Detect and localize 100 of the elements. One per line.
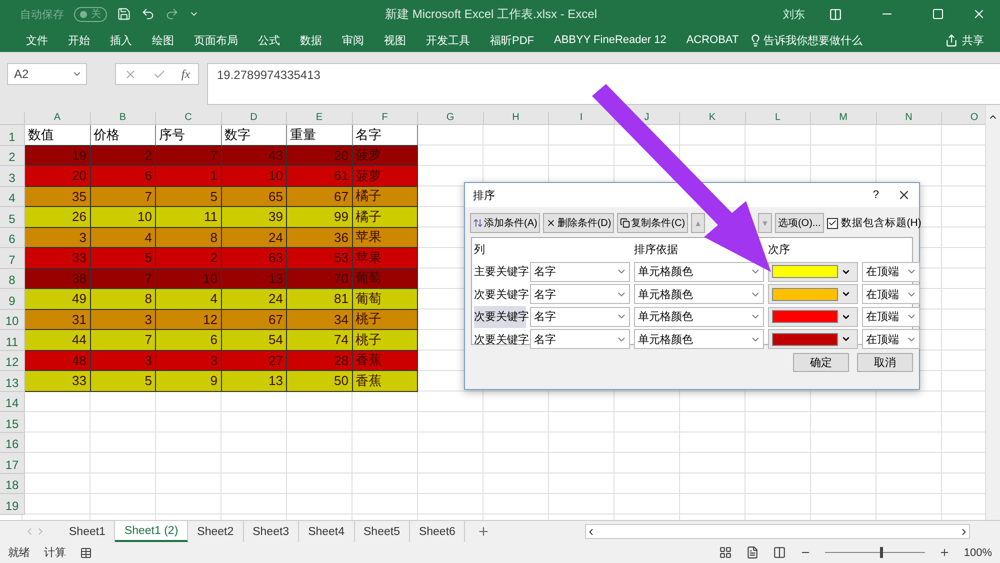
zoom-level[interactable]: 100%: [964, 546, 992, 558]
sort-on-dropdown[interactable]: 单元格颜色: [634, 306, 764, 327]
position-dropdown[interactable]: 在顶端: [862, 284, 920, 304]
column-header[interactable]: G: [418, 112, 484, 125]
row-header[interactable]: 19: [0, 494, 25, 514]
column-header[interactable]: K: [680, 112, 746, 125]
help-button[interactable]: ?: [872, 189, 879, 201]
color-dropdown[interactable]: [768, 306, 858, 327]
ribbon-tab[interactable]: 页面布局: [184, 32, 248, 48]
column-dropdown[interactable]: 名字: [530, 306, 630, 327]
cancel-button[interactable]: 取消: [857, 353, 913, 372]
sort-on-dropdown[interactable]: 单元格颜色: [634, 284, 764, 304]
ribbon-tab[interactable]: 开发工具: [416, 32, 480, 48]
ribbon-tab[interactable]: ABBYY FineReader 12: [544, 34, 676, 46]
tell-me-field[interactable]: 告诉我你想要做什么: [762, 32, 873, 48]
ribbon-display-icon[interactable]: [829, 8, 842, 20]
formula-bar[interactable]: 19.2789974335413: [207, 63, 1000, 105]
column-header[interactable]: L: [746, 112, 811, 125]
column-header[interactable]: F: [352, 112, 418, 125]
ribbon-tab[interactable]: 文件: [16, 32, 58, 48]
column-header[interactable]: A: [25, 112, 90, 125]
column-dropdown[interactable]: 名字: [530, 262, 630, 282]
check-icon[interactable]: [152, 68, 166, 80]
save-icon[interactable]: [117, 7, 131, 21]
color-dropdown[interactable]: [768, 284, 858, 304]
row-header[interactable]: 9: [0, 289, 25, 310]
row-header[interactable]: 18: [0, 474, 25, 494]
row-header[interactable]: 15: [0, 412, 25, 432]
row-header[interactable]: 5: [0, 207, 25, 228]
vertical-scrollbar[interactable]: [985, 105, 1000, 520]
ribbon-tab[interactable]: 数据: [290, 32, 332, 48]
sort-on-dropdown[interactable]: 单元格颜色: [634, 329, 764, 350]
row-header[interactable]: 10: [0, 310, 25, 330]
position-dropdown[interactable]: 在顶端: [862, 262, 920, 282]
delete-level-button[interactable]: 删除条件(D): [543, 213, 614, 233]
checkbox[interactable]: [826, 218, 838, 228]
level-label[interactable]: 次要关键字: [474, 328, 526, 350]
ribbon-tab[interactable]: 视图: [374, 32, 416, 48]
row-header[interactable]: 2: [0, 146, 25, 166]
column-dropdown[interactable]: 名字: [530, 284, 630, 304]
ok-button[interactable]: 确定: [793, 353, 849, 372]
position-dropdown[interactable]: 在顶端: [862, 329, 920, 350]
page-layout-icon[interactable]: [746, 546, 759, 559]
row-header[interactable]: 17: [0, 453, 25, 474]
ribbon-tab[interactable]: 插入: [100, 32, 142, 48]
row-header[interactable]: 4: [0, 186, 25, 207]
share-button[interactable]: 共享: [945, 32, 984, 48]
name-box[interactable]: A2: [7, 63, 87, 85]
column-header[interactable]: C: [156, 112, 222, 125]
share-icon[interactable]: [945, 34, 958, 46]
close-icon[interactable]: [972, 7, 986, 21]
column-header[interactable]: B: [90, 112, 156, 125]
row-header[interactable]: 3: [0, 166, 25, 186]
row-header[interactable]: 12: [0, 350, 25, 371]
maximize-icon[interactable]: [932, 8, 944, 20]
row-header[interactable]: 13: [0, 371, 25, 392]
row-header[interactable]: 6: [0, 228, 25, 248]
add-level-button[interactable]: 添加条件(A): [470, 213, 540, 233]
sort-icon[interactable]: [473, 218, 483, 228]
row-header[interactable]: 1: [0, 125, 25, 146]
color-dropdown[interactable]: [768, 262, 858, 282]
position-dropdown[interactable]: 在顶端: [862, 306, 920, 327]
ribbon-tab[interactable]: 绘图: [142, 32, 184, 48]
level-label[interactable]: 次要关键字: [474, 283, 526, 306]
column-header[interactable]: M: [811, 112, 876, 125]
undo-icon[interactable]: [141, 7, 155, 21]
level-label[interactable]: 次要关键字: [474, 306, 526, 328]
row-header[interactable]: 16: [0, 432, 25, 453]
column-dropdown[interactable]: 名字: [530, 329, 630, 350]
level-label[interactable]: 主要关键字: [474, 260, 526, 283]
column-header[interactable]: D: [222, 112, 287, 125]
row-header[interactable]: 11: [0, 330, 25, 350]
sheet-tab[interactable]: Sheet1 (2): [115, 521, 188, 542]
ribbon-tab[interactable]: 审阅: [332, 32, 374, 48]
copy-icon[interactable]: [620, 218, 630, 228]
column-header[interactable]: O: [942, 112, 985, 125]
row-header[interactable]: 8: [0, 268, 25, 289]
normal-view-icon[interactable]: [718, 546, 732, 559]
ribbon-tab[interactable]: 福昕PDF: [480, 32, 544, 48]
column-header[interactable]: I: [549, 112, 614, 125]
row-header[interactable]: 7: [0, 248, 25, 268]
ribbon-tab[interactable]: ACROBAT: [676, 34, 749, 46]
column-header[interactable]: H: [484, 112, 549, 125]
delete-icon[interactable]: [546, 218, 556, 228]
ribbon-tab[interactable]: 开始: [58, 32, 100, 48]
zoom-in-icon[interactable]: [938, 547, 950, 558]
sort-on-dropdown[interactable]: 单元格颜色: [634, 262, 764, 282]
color-dropdown[interactable]: [768, 329, 858, 350]
insert-function-button[interactable]: fx: [181, 66, 190, 82]
row-header[interactable]: 14: [0, 392, 25, 412]
horizontal-scrollbar[interactable]: [585, 524, 970, 539]
close-icon[interactable]: [897, 188, 911, 202]
page-break-icon[interactable]: [772, 546, 786, 559]
column-header[interactable]: N: [876, 112, 942, 125]
copy-level-button[interactable]: 复制条件(C): [617, 213, 688, 233]
add-sheet-icon[interactable]: [477, 525, 490, 538]
options-button[interactable]: 选项(O)...: [774, 213, 824, 233]
redo-icon[interactable]: [165, 7, 179, 21]
column-header[interactable]: E: [287, 112, 352, 125]
ribbon-tab[interactable]: 公式: [248, 32, 290, 48]
